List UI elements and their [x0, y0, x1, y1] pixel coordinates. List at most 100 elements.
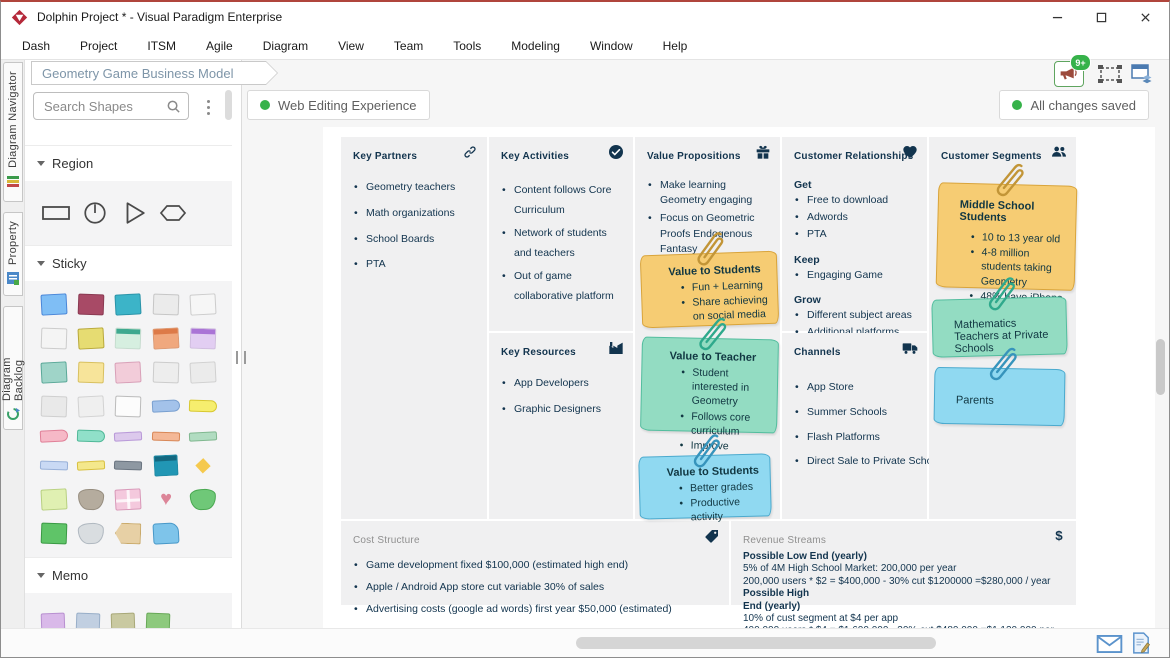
sticky-green-header[interactable]: [115, 327, 142, 349]
bullet-item: Summer Schools: [794, 405, 915, 421]
sticky-teal-lined[interactable]: [40, 361, 67, 383]
sticky-mint-tape[interactable]: [77, 430, 105, 443]
layout-window-button[interactable]: [1130, 62, 1154, 86]
menu-item-agile[interactable]: Agile: [191, 39, 248, 53]
close-button[interactable]: [1123, 2, 1167, 32]
panel-scrollbar[interactable]: [225, 90, 232, 120]
menu-item-window[interactable]: Window: [575, 39, 648, 53]
section-key-activities[interactable]: Key ActivitiesContent follows Core Curri…: [489, 137, 633, 331]
menu-item-project[interactable]: Project: [65, 39, 132, 53]
sticky-blue-strip[interactable]: [40, 461, 68, 471]
sticky-yellow-label[interactable]: [189, 400, 217, 413]
rectangle-shape[interactable]: [41, 200, 71, 226]
memo-purple[interactable]: [41, 613, 66, 629]
memo-blue[interactable]: [76, 613, 101, 629]
sticky-tan-tag[interactable]: [115, 523, 142, 545]
side-tab-diagram-backlog[interactable]: Diagram Backlog: [3, 306, 23, 430]
section-customer-relationships[interactable]: Customer RelationshipsGetFree to downloa…: [782, 137, 927, 331]
sticky-pink-pinned[interactable]: [115, 361, 142, 383]
search-icon: [166, 99, 181, 114]
sticky-blue-label[interactable]: [152, 400, 181, 413]
menu-item-dash[interactable]: Dash: [7, 39, 65, 53]
sticky-thumbs-up[interactable]: [152, 523, 179, 545]
breadcrumb[interactable]: Geometry Game Business Model: [31, 61, 266, 85]
sticky-heart[interactable]: ♥: [153, 489, 180, 511]
sticky-note-vp-students-1[interactable]: Value to StudentsFun + LearningShare ach…: [640, 251, 779, 329]
sticky-green-note[interactable]: [40, 489, 67, 511]
sticky-pinned-note[interactable]: [40, 327, 67, 349]
sticky-gift[interactable]: [115, 489, 142, 511]
sticky-yellow-taped[interactable]: [78, 361, 105, 383]
menu-item-help[interactable]: Help: [648, 39, 703, 53]
section-key-resources[interactable]: Key Resources App DevelopersGraphic Desig…: [489, 333, 633, 519]
section-header-region[interactable]: Region: [25, 145, 232, 181]
menu-item-diagram[interactable]: Diagram: [248, 39, 323, 53]
bullet-list: App DevelopersGraphic Designers: [501, 376, 621, 418]
sticky-yellow-highlight[interactable]: [77, 460, 105, 470]
maximize-button[interactable]: [1079, 2, 1123, 32]
sticky-note-vp-students-2[interactable]: Value to StudentsBetter gradesProductive…: [638, 453, 772, 519]
minimize-button[interactable]: [1035, 2, 1079, 32]
sticky-curved-note[interactable]: [40, 395, 67, 417]
menu-item-itsm[interactable]: ITSM: [132, 39, 191, 53]
sticky-purple-strip[interactable]: [114, 431, 142, 441]
sticky-white-folded[interactable]: [190, 293, 217, 315]
menu-item-team[interactable]: Team: [379, 39, 438, 53]
section-key-partners[interactable]: Key PartnersGeometry teachersMath organi…: [341, 137, 487, 519]
sticky-green-banner[interactable]: [40, 523, 67, 545]
sticky-gray-folded[interactable]: [153, 293, 180, 315]
shape-panel: Region Sticky ◆ ♥ Memo: [25, 60, 241, 629]
splitter-handle[interactable]: [236, 351, 246, 364]
menu-item-view[interactable]: View: [323, 39, 379, 53]
sticky-green-strip[interactable]: [189, 431, 217, 441]
sticky-orange-header[interactable]: [152, 327, 179, 349]
side-tab-diagram-navigator[interactable]: Diagram Navigator: [3, 62, 23, 202]
triangle-shape[interactable]: [119, 200, 149, 226]
section-channels[interactable]: ChannelsApp StoreSummer SchoolsFlash Pla…: [782, 333, 927, 519]
sticky-note-cs-parents[interactable]: Parents: [934, 367, 1066, 426]
sticky-note-vp-teacher[interactable]: Value to TeacherStudent interested in Ge…: [640, 337, 779, 434]
side-tab-property[interactable]: Property: [3, 212, 23, 296]
sticky-blue-note[interactable]: [40, 293, 67, 315]
notifications-button[interactable]: 9+: [1054, 61, 1084, 87]
sticky-plaid-yellow[interactable]: [78, 327, 105, 349]
sticky-teal-board[interactable]: [153, 455, 178, 477]
menu-item-modeling[interactable]: Modeling: [496, 39, 575, 53]
sticky-torn-note[interactable]: [153, 361, 180, 383]
menu-item-tools[interactable]: Tools: [438, 39, 496, 53]
sticky-pink-tape[interactable]: [39, 429, 68, 442]
megaphone-icon: [1055, 71, 1081, 88]
sticky-money-bag[interactable]: [190, 489, 217, 511]
sticky-gem[interactable]: ◆: [190, 455, 217, 477]
sticky-gray-note[interactable]: [190, 361, 217, 383]
bullet-item: Content follows Core Curriculum: [501, 180, 621, 221]
section-cost-structure[interactable]: Cost StructureGame development fixed $10…: [341, 521, 729, 605]
mail-icon[interactable]: [1096, 635, 1123, 653]
sticky-note-cs-math-teachers[interactable]: Mathematics Teachers at Private Schools: [931, 296, 1067, 358]
document-edit-icon[interactable]: [1132, 632, 1150, 654]
timer-shape[interactable]: [80, 200, 110, 226]
sticky-skewed-note[interactable]: [78, 395, 105, 417]
memo-green[interactable]: [146, 613, 171, 629]
vertical-scrollbar[interactable]: [1156, 339, 1165, 395]
visual-paradigm-logo-icon: [11, 9, 28, 26]
title-bar: Dolphin Project * - Visual Paradigm Ente…: [1, 2, 1169, 32]
panel-menu-button[interactable]: [201, 97, 215, 117]
section-header-memo[interactable]: Memo: [25, 557, 232, 593]
sticky-purple-header[interactable]: [190, 327, 217, 349]
bmc-canvas[interactable]: Key PartnersGeometry teachersMath organi…: [323, 127, 1155, 629]
memo-olive[interactable]: [111, 613, 136, 629]
sticky-orange-ribbon[interactable]: [152, 431, 180, 441]
sticky-teal-folded[interactable]: [115, 293, 142, 315]
marquee-select-button[interactable]: [1097, 64, 1123, 84]
section-title: Key Resources: [501, 347, 576, 358]
sticky-dark-strip[interactable]: [114, 461, 142, 471]
sticky-outline-note[interactable]: [115, 395, 142, 417]
section-header-sticky[interactable]: Sticky: [25, 245, 232, 281]
horizontal-scrollbar[interactable]: [576, 637, 936, 649]
sticky-gray-badge[interactable]: [78, 523, 105, 545]
sticky-gear[interactable]: [78, 489, 105, 511]
section-revenue-streams[interactable]: Revenue Streams$Possible Low End (yearly…: [731, 521, 1076, 605]
hexagon-shape[interactable]: [158, 200, 188, 226]
sticky-red-folded[interactable]: [78, 293, 105, 315]
